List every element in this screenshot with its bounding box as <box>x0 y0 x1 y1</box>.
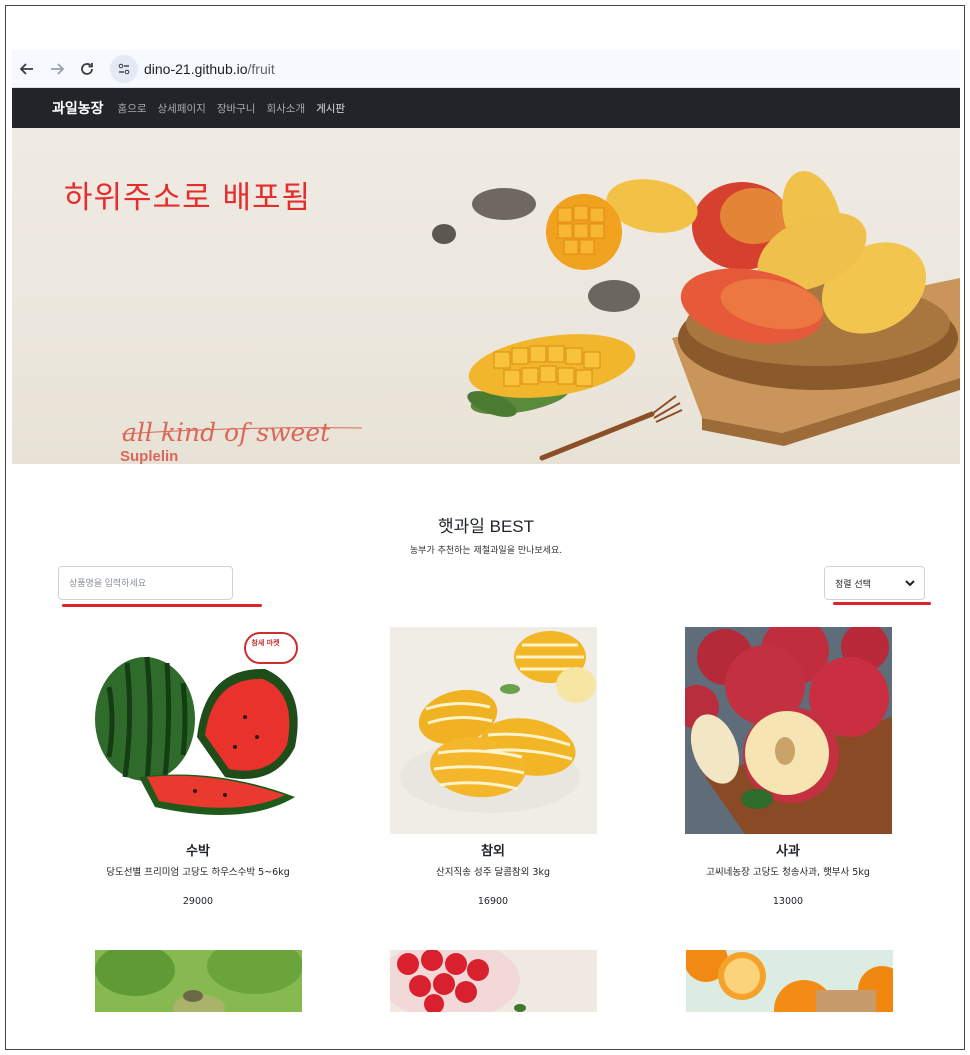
nav-link-cart[interactable]: 장바구니 <box>217 101 256 116</box>
forward-button[interactable] <box>42 54 72 84</box>
product-card[interactable]: 참외 산지직송 성주 달콤참외 3kg 16900 <box>378 627 608 907</box>
search-highlight-underline <box>62 604 262 607</box>
product-desc: 고씨네농장 고당도 청송사과, 햇부사 5kg <box>706 867 870 878</box>
nav-link-detail[interactable]: 상세페이지 <box>158 101 206 116</box>
reload-icon <box>81 62 93 75</box>
back-arrow-icon <box>19 62 33 75</box>
hero-script-text: all kind of sweet <box>122 418 331 447</box>
nav-link-board[interactable]: 게시판 <box>316 101 345 116</box>
nav-link-home[interactable]: 홈으로 <box>118 101 147 116</box>
product-image-korean-melon[interactable] <box>389 627 597 834</box>
url-text[interactable]: dino-21.github.io/fruit <box>144 61 275 77</box>
nav-link-about[interactable]: 회사소개 <box>266 101 305 116</box>
reload-button[interactable] <box>72 54 102 84</box>
site-settings-icon[interactable] <box>110 54 138 83</box>
best-section-subtitle: 농부가 추천하는 제철과일을 만나보세요. <box>409 546 563 556</box>
product-image-orange[interactable] <box>686 950 893 1012</box>
product-price: 13000 <box>772 896 804 907</box>
browser-address-bar: dino-21.github.io/fruit <box>12 50 960 88</box>
best-section-title: 햇과일 BEST <box>437 517 535 536</box>
hero-banner: 하위주소로 배포됨 all kind of sweet Suplelin <box>12 128 960 464</box>
hero-brand-text: Suplelin <box>120 448 179 464</box>
back-button[interactable] <box>12 54 42 84</box>
product-search-input[interactable] <box>58 566 233 600</box>
product-desc: 산지직송 성주 달콤참외 3kg <box>435 867 551 878</box>
product-desc: 당도선별 프리미엄 고당도 하우스수박 5~6kg <box>106 867 290 878</box>
product-price: 29000 <box>182 896 214 907</box>
forward-arrow-icon <box>51 62 65 75</box>
product-price: 16900 <box>477 896 509 907</box>
product-image-watermelon[interactable]: 참새 마켓 <box>94 627 302 834</box>
url-domain: dino-21.github.io <box>144 60 248 77</box>
product-image-grape[interactable] <box>95 950 302 1012</box>
chevron-down-icon <box>905 580 915 587</box>
product-image-apple[interactable] <box>684 627 892 834</box>
sort-select-value: 정렬 선택 <box>835 579 871 590</box>
product-name: 수박 <box>186 843 210 858</box>
sort-highlight-underline <box>833 602 931 605</box>
product-badge: 참새 마켓 <box>251 639 280 647</box>
product-card[interactable]: 참새 마켓 수박 당도선별 프리미엄 고당도 하우스수박 5~6kg 29000 <box>83 627 313 907</box>
hero-annotation-text: 하위주소로 배포됨 <box>64 180 312 216</box>
navbar-brand[interactable]: 과일농장 <box>52 98 104 118</box>
sort-select[interactable]: 정렬 선택 <box>824 566 925 600</box>
product-card[interactable]: 사과 고씨네농장 고당도 청송사과, 햇부사 5kg 13000 <box>673 627 903 907</box>
url-path: /fruit <box>247 60 275 77</box>
product-image-strawberry[interactable] <box>390 950 597 1012</box>
site-navbar: 과일농장 홈으로 상세페이지 장바구니 회사소개 게시판 <box>12 88 960 128</box>
product-name: 사과 <box>776 843 800 858</box>
product-name: 참외 <box>481 843 505 858</box>
